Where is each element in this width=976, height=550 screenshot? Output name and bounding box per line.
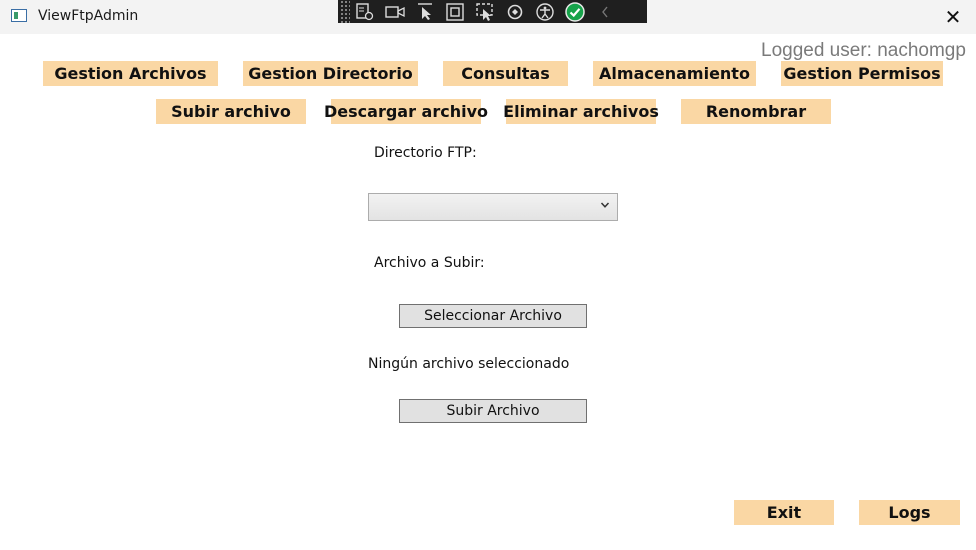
subir-archivo-tab[interactable]: Subir archivo	[156, 99, 306, 124]
directorio-ftp-label: Directorio FTP:	[374, 145, 477, 161]
exit-button[interactable]: Exit	[734, 500, 834, 525]
logged-user-label: Logged user: nachomgp	[761, 40, 966, 61]
check-icon[interactable]	[560, 0, 590, 23]
close-button[interactable]: ✕	[930, 0, 976, 34]
archivo-subir-label: Archivo a Subir:	[374, 255, 485, 271]
close-icon: ✕	[944, 6, 962, 29]
grip-icon[interactable]	[340, 0, 350, 23]
track-focus-icon[interactable]	[470, 0, 500, 23]
almacenamiento-button[interactable]: Almacenamiento	[593, 61, 756, 86]
subir-archivo-button[interactable]: Subir Archivo	[399, 399, 587, 423]
chevron-down-icon	[600, 202, 610, 208]
gestion-archivos-button[interactable]: Gestion Archivos	[43, 61, 218, 86]
renombrar-tab[interactable]: Renombrar	[681, 99, 831, 124]
debug-toolbar	[338, 0, 647, 23]
gestion-directorio-button[interactable]: Gestion Directorio	[243, 61, 418, 86]
consultas-button[interactable]: Consultas	[443, 61, 568, 86]
directorio-ftp-combobox[interactable]	[368, 193, 618, 221]
select-element-icon[interactable]	[410, 0, 440, 23]
seleccionar-archivo-button[interactable]: Seleccionar Archivo	[399, 304, 587, 328]
selected-file-status: Ningún archivo seleccionado	[368, 356, 570, 372]
app-window: ViewFtpAdmin ✕ Logged user: nachomgp Ges…	[0, 0, 976, 550]
title-bar: ViewFtpAdmin ✕	[0, 0, 976, 34]
descargar-archivo-tab[interactable]: Descargar archivo	[324, 99, 488, 124]
hot-reload-icon[interactable]	[500, 0, 530, 23]
logs-button[interactable]: Logs	[859, 500, 960, 525]
gestion-permisos-button[interactable]: Gestion Permisos	[781, 61, 943, 86]
collapse-chevron-icon[interactable]	[590, 0, 620, 23]
window-title: ViewFtpAdmin	[38, 8, 139, 24]
display-layout-adorners-icon[interactable]	[440, 0, 470, 23]
app-window-icon	[11, 9, 27, 22]
live-visual-tree-icon[interactable]	[350, 0, 380, 23]
eliminar-archivos-tab[interactable]: Eliminar archivos	[503, 99, 659, 124]
accessibility-checker-icon[interactable]	[530, 0, 560, 23]
record-icon[interactable]	[380, 0, 410, 23]
